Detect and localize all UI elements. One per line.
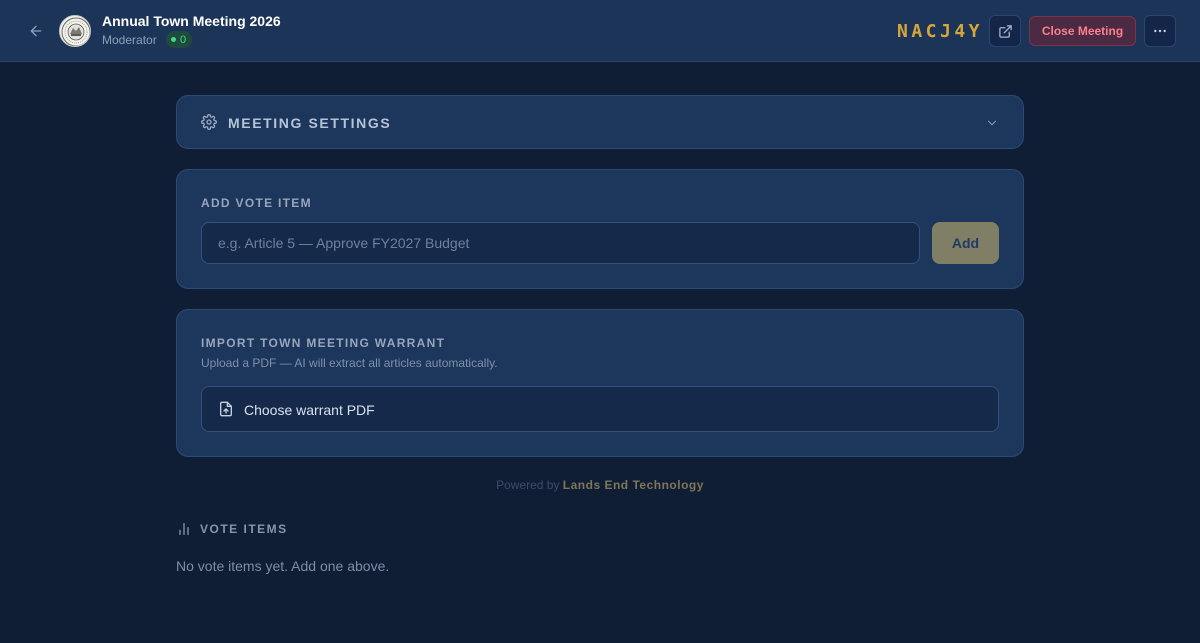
powered-by-prefix: Powered by xyxy=(496,478,560,492)
arrow-left-icon xyxy=(30,25,42,37)
live-dot-icon xyxy=(171,37,176,42)
more-horizontal-icon xyxy=(1154,29,1166,33)
choose-warrant-pdf-label: Choose warrant PDF xyxy=(244,402,375,418)
open-external-button[interactable] xyxy=(989,15,1021,47)
top-bar: Annual Town Meeting 2026 Moderator 0 NAC… xyxy=(0,0,1200,62)
choose-warrant-pdf-button[interactable]: Choose warrant PDF xyxy=(201,386,999,432)
bar-chart-icon xyxy=(179,523,189,535)
meeting-settings-toggle[interactable]: MEETING SETTINGS xyxy=(176,95,1024,149)
add-vote-item-button[interactable]: Add xyxy=(932,222,999,264)
file-upload-icon xyxy=(220,401,232,417)
meeting-title: Annual Town Meeting 2026 xyxy=(102,13,281,29)
vote-items-empty-message: No vote items yet. Add one above. xyxy=(176,558,390,574)
meeting-settings-label: MEETING SETTINGS xyxy=(228,115,392,131)
gear-icon xyxy=(201,114,217,130)
more-options-button[interactable] xyxy=(1144,15,1176,47)
town-seal-logo xyxy=(59,15,91,47)
import-warrant-label: IMPORT TOWN MEETING WARRANT xyxy=(201,336,446,350)
chevron-down-icon xyxy=(987,120,997,126)
external-link-icon xyxy=(998,24,1012,38)
participant-count: 0 xyxy=(180,33,187,46)
back-button[interactable] xyxy=(24,19,48,43)
user-role: Moderator xyxy=(102,33,157,47)
powered-by-footer: Powered by Lands End Technology xyxy=(0,478,1200,492)
powered-by-brand-link[interactable]: Lands End Technology xyxy=(563,478,704,492)
add-vote-item-label: ADD VOTE ITEM xyxy=(201,196,312,210)
import-warrant-subtitle: Upload a PDF — AI will extract all artic… xyxy=(201,356,498,370)
add-vote-item-card: ADD VOTE ITEM Add xyxy=(176,169,1024,289)
participant-count-badge: 0 xyxy=(166,31,193,48)
import-warrant-card: IMPORT TOWN MEETING WARRANT Upload a PDF… xyxy=(176,309,1024,457)
vote-item-input[interactable] xyxy=(201,222,920,264)
meeting-code: NACJ4Y xyxy=(897,21,984,42)
vote-items-heading: VOTE ITEMS xyxy=(200,522,288,536)
close-meeting-button[interactable]: Close Meeting xyxy=(1029,16,1136,46)
